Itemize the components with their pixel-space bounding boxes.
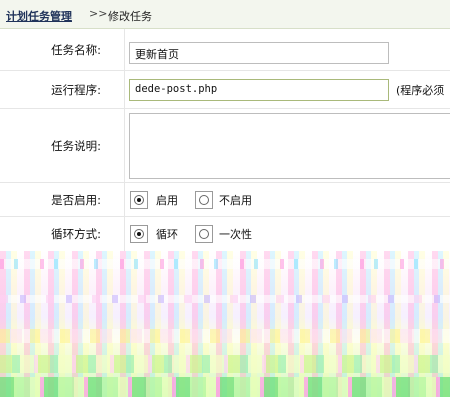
breadcrumb-parent-link[interactable]: 计划任务管理 [6,8,72,24]
radio-unselected-icon [199,194,209,205]
loop-label: 循环方式: [51,227,101,241]
enabled-radio-off[interactable] [195,190,213,209]
row-program: 运行程序: dede-post.php (程序必须 [0,71,450,109]
enabled-label: 是否启用: [51,192,101,207]
program-hint: (程序必须 [396,83,445,97]
enabled-option-on-label: 启用 [156,193,178,207]
description-label: 任务说明: [51,138,101,153]
breadcrumb-bar: 计划任务管理 >> 修改任务 [0,0,450,29]
radio-selected-icon [134,194,144,205]
enabled-option-off-label: 不启用 [219,193,252,207]
program-input[interactable]: dede-post.php [129,79,389,101]
radio-unselected-icon [199,229,209,239]
loop-option-repeat-label: 循环 [156,228,178,241]
program-label: 运行程序: [51,82,101,97]
breadcrumb-separator: >> [89,7,108,20]
task-edit-form: 任务名称: 更新首页 运行程序: dede-post.php (程序必须 任务说… [0,29,450,251]
task-name-input[interactable]: 更新首页 [129,42,389,64]
enabled-radio-on[interactable] [130,190,148,209]
corrupted-render-area [0,251,450,397]
row-task-name: 任务名称: 更新首页 [0,29,450,71]
loop-radio-once[interactable] [195,225,213,243]
row-loop: 循环方式: 循环 一次性 [0,217,450,251]
breadcrumb-current: 修改任务 [108,10,152,23]
row-description: 任务说明: [0,109,450,183]
task-name-label: 任务名称: [51,42,101,57]
radio-selected-icon [134,229,144,239]
loop-option-once-label: 一次性 [219,228,252,241]
description-textarea[interactable] [129,113,450,179]
loop-radio-repeat[interactable] [130,225,148,243]
row-enabled: 是否启用: 启用 不启用 [0,183,450,217]
